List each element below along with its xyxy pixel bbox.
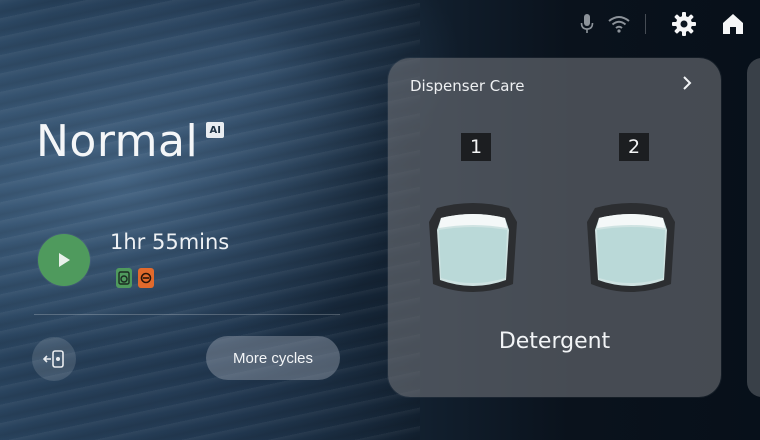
slot-number-2: 2 — [619, 133, 649, 161]
cycle-options — [116, 268, 160, 288]
slot-number-1: 1 — [461, 133, 491, 161]
more-cycles-button[interactable]: More cycles — [206, 336, 340, 380]
detergent-cup-icon — [585, 200, 677, 300]
start-button[interactable] — [38, 234, 90, 286]
home-icon[interactable] — [720, 11, 746, 37]
detergent-cup-icon — [427, 200, 519, 300]
cycle-duration: 1hr 55mins — [110, 230, 230, 254]
top-bar — [577, 10, 746, 38]
left-divider — [34, 314, 340, 315]
gear-icon[interactable] — [670, 10, 698, 38]
remote-control-icon — [43, 349, 65, 369]
eco-icon — [138, 268, 154, 288]
cycle-name: Normal — [36, 116, 199, 167]
topbar-divider — [645, 14, 646, 34]
washer-screen: Normal AI 1hr 55mins More cycles Dispens… — [0, 0, 760, 440]
next-card-peek[interactable] — [747, 58, 760, 397]
play-icon — [56, 251, 72, 269]
dispenser-care-card[interactable]: Dispenser Care 1 2 Detergent — [388, 58, 721, 397]
mic-icon — [577, 12, 597, 36]
cycle-title: Normal AI — [36, 116, 225, 168]
chevron-right-icon[interactable] — [681, 74, 695, 94]
child-lock-button[interactable] — [32, 337, 76, 381]
card-title: Dispenser Care — [410, 77, 525, 95]
wash-icon — [116, 268, 132, 288]
detergent-label: Detergent — [498, 329, 611, 354]
ai-badge: AI — [206, 122, 225, 138]
wifi-icon — [607, 14, 631, 34]
